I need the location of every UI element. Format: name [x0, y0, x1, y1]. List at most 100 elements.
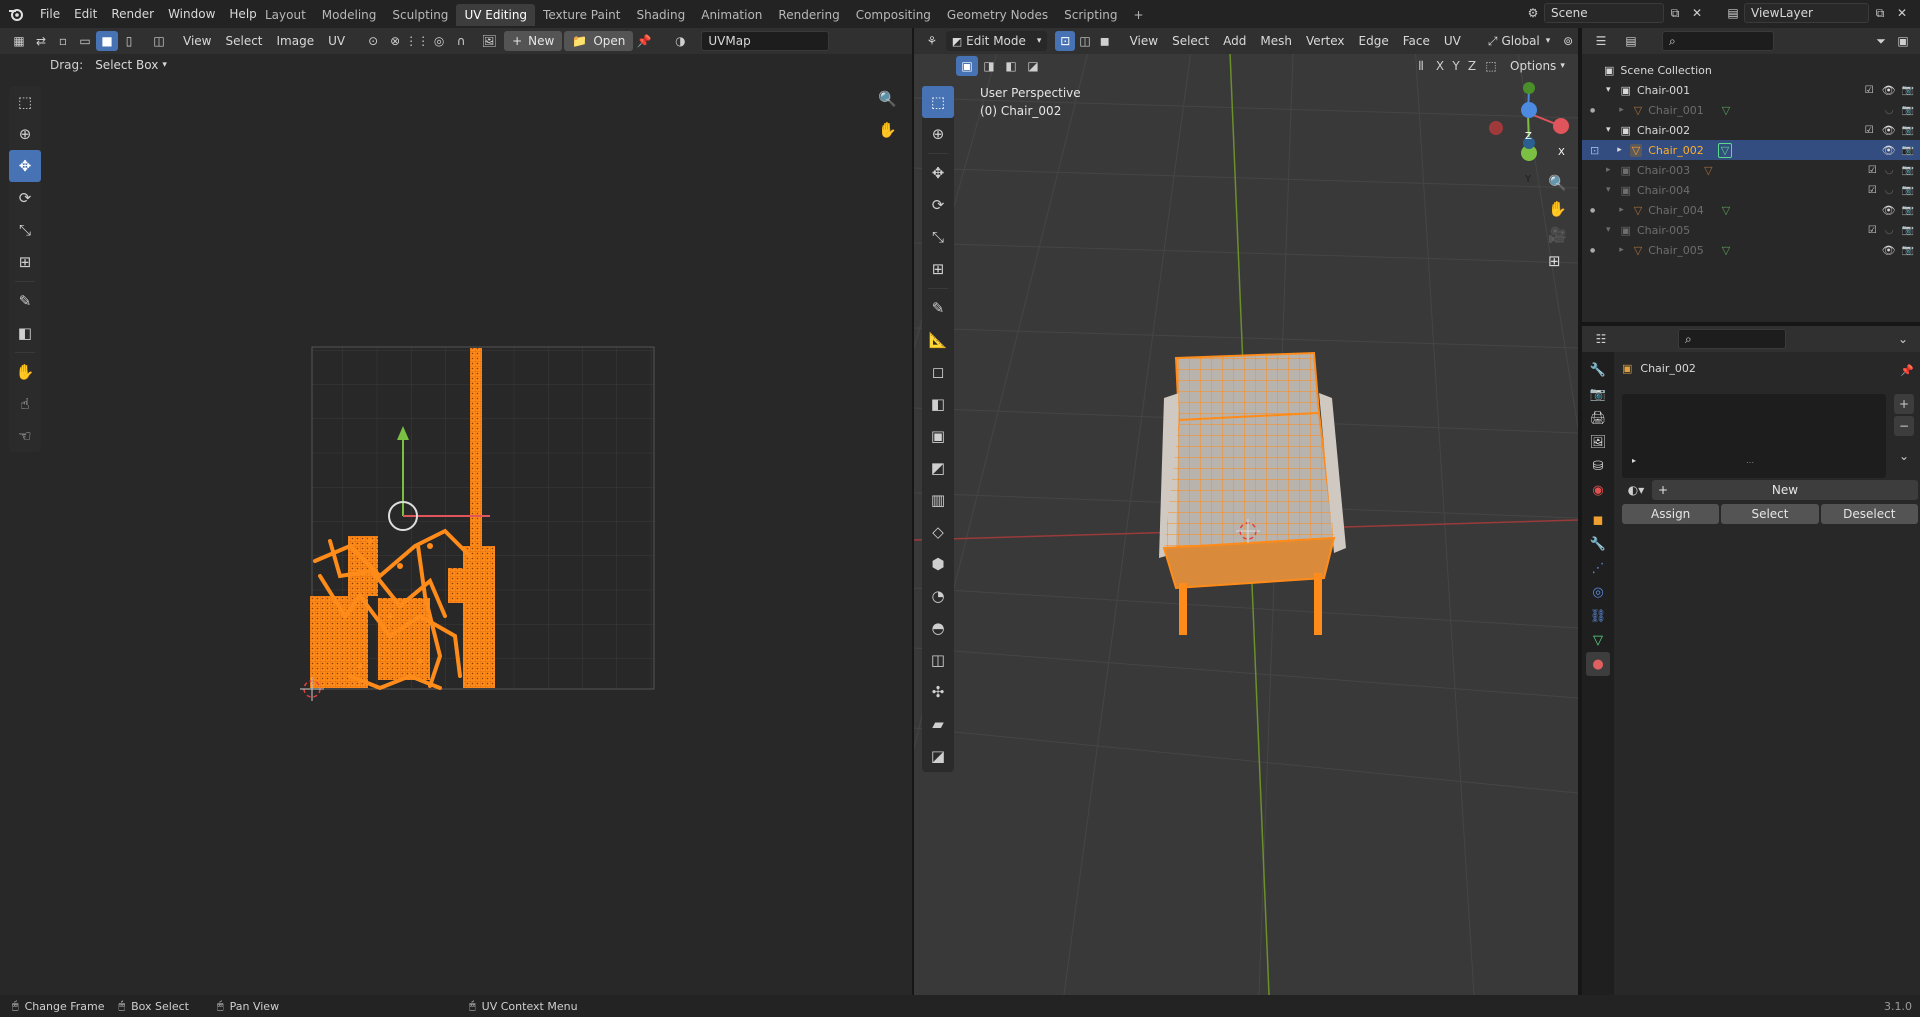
pan-icon[interactable]: ✋ — [1548, 200, 1567, 218]
copy-scene-icon[interactable]: ⧉ — [1664, 3, 1686, 23]
vertex-select-icon[interactable]: ⊡ — [1055, 31, 1076, 51]
select-invert-icon[interactable]: ◪ — [1022, 56, 1044, 76]
menu-vertex[interactable]: Vertex — [1299, 27, 1352, 55]
menu-face[interactable]: Face — [1396, 27, 1437, 55]
uv-vertex-select-icon[interactable]: ▫ — [52, 31, 74, 51]
view-layer-tab-icon[interactable]: 🖼 — [1586, 430, 1610, 454]
edge-slide-tool-icon[interactable]: ◫ — [922, 644, 954, 676]
new-collection-icon[interactable]: ▣ — [1892, 31, 1914, 51]
tab-animation[interactable]: Animation — [693, 4, 770, 26]
measure-tool-icon[interactable]: 📐 — [922, 324, 954, 356]
properties-editor-type-icon[interactable]: ☷ — [1590, 329, 1612, 349]
visibility-eye-icon[interactable]: 👁 — [1882, 84, 1896, 97]
filter-icon[interactable]: ⏷ — [1870, 31, 1892, 51]
expand-arrow-icon[interactable]: ▾ — [1606, 225, 1611, 235]
exclude-checkbox-icon[interactable]: ☑ — [1868, 225, 1877, 236]
select-subtract-icon[interactable]: ◧ — [1000, 56, 1022, 76]
tab-shading[interactable]: Shading — [628, 4, 693, 26]
overlays-icon[interactable]: ◑ — [669, 31, 691, 51]
visibility-eye-icon[interactable]: 👁 — [1882, 244, 1896, 257]
rip-region-tool-icon[interactable]: ◪ — [922, 740, 954, 772]
data-tab-icon[interactable]: ▽ — [1586, 628, 1610, 652]
expand-arrow-icon[interactable]: ▾ — [1606, 125, 1611, 135]
pivot-point-icon[interactable]: ⊚ — [1558, 31, 1578, 51]
tab-rendering[interactable]: Rendering — [770, 4, 847, 26]
blender-logo-icon[interactable] — [8, 6, 24, 22]
render-camera-icon[interactable]: 📷 — [1902, 225, 1914, 236]
assign-button[interactable]: Assign — [1622, 504, 1720, 524]
knife-tool-icon[interactable]: ◇ — [922, 516, 954, 548]
uv-menu-view[interactable]: View — [176, 27, 218, 55]
mirror-y-toggle[interactable]: Y — [1448, 56, 1464, 76]
tab-sculpting[interactable]: Sculpting — [384, 4, 456, 26]
navigation-gizmo[interactable] — [1489, 82, 1569, 161]
bevel-tool-icon[interactable]: ◩ — [922, 452, 954, 484]
expand-arrow-icon[interactable]: ▸ — [1606, 165, 1611, 175]
viewlayer-name-field[interactable]: ViewLayer — [1744, 3, 1869, 23]
exclude-checkbox-icon[interactable]: ☑ — [1868, 165, 1877, 176]
select-box-tool-icon[interactable]: ⬚ — [922, 86, 954, 118]
menu-select[interactable]: Select — [1165, 27, 1216, 55]
viewlayer-icon[interactable]: ▤ — [1722, 3, 1744, 23]
visibility-eye-icon[interactable]: 👁 — [1882, 144, 1896, 157]
scene-tab-icon[interactable]: ⛁ — [1586, 454, 1610, 478]
mirror-icon[interactable]: ⫴ — [1410, 56, 1432, 76]
mirror-x-toggle[interactable]: X — [1432, 56, 1448, 76]
inset-tool-icon[interactable]: ▣ — [922, 420, 954, 452]
transform-tool-icon[interactable]: ⊞ — [922, 253, 954, 285]
smooth-tool-icon[interactable]: ◓ — [922, 612, 954, 644]
editor-type-icon[interactable]: ▦ — [8, 31, 30, 51]
exclude-checkbox-icon[interactable]: ☑ — [1868, 185, 1877, 196]
spin-tool-icon[interactable]: ◔ — [922, 580, 954, 612]
snap-grid-icon[interactable]: ⋮⋮ — [405, 31, 429, 51]
material-browse-icon[interactable]: ◐▾ — [1622, 480, 1650, 500]
shear-tool-icon[interactable]: ▰ — [922, 708, 954, 740]
visibility-eye-icon[interactable]: 👁 — [1882, 124, 1896, 137]
loop-cut-tool-icon[interactable]: ▥ — [922, 484, 954, 516]
pivot-icon[interactable]: ⊙ — [362, 31, 384, 51]
copy-viewlayer-icon[interactable]: ⧉ — [1869, 3, 1891, 23]
particles-tab-icon[interactable]: ⋰ — [1586, 556, 1610, 580]
3d-viewport[interactable]: X Z Y ⚘ ◩ Edit Mode ▾ ⊡ ◫ ◼ View Select … — [914, 28, 1578, 995]
deselect-button[interactable]: Deselect — [1820, 504, 1918, 524]
tab-scripting[interactable]: Scripting — [1056, 4, 1125, 26]
editor-type-icon[interactable]: ⚘ — [922, 31, 942, 51]
move-tool-icon[interactable]: ✥ — [922, 157, 954, 189]
output-tab-icon[interactable]: 🖨 — [1586, 406, 1610, 430]
expand-arrow-icon[interactable]: ▸ — [1619, 205, 1624, 215]
expand-arrow-icon[interactable]: ▸ — [1619, 245, 1624, 255]
menu-render[interactable]: Render — [104, 0, 161, 28]
material-slot-list[interactable]: ▸ ⋯ — [1622, 394, 1886, 478]
expand-arrow-icon[interactable]: ▾ — [1606, 185, 1611, 195]
hidden-eye-icon[interactable]: ◡ — [1885, 105, 1894, 116]
uv-edge-select-icon[interactable]: ▭ — [74, 31, 96, 51]
properties-search-input[interactable]: ⌕ — [1678, 329, 1786, 349]
display-mode-icon[interactable]: ▤ — [1620, 31, 1642, 51]
pin-icon[interactable]: 📌 — [633, 31, 655, 51]
tab-compositing[interactable]: Compositing — [848, 4, 939, 26]
scene-icon[interactable]: ⚙ — [1522, 3, 1544, 23]
image-browse-icon[interactable]: 🖼 — [478, 31, 500, 51]
uv-menu-image[interactable]: Image — [270, 27, 322, 55]
select-button[interactable]: Select — [1721, 504, 1819, 524]
add-cube-tool-icon[interactable]: ◻ — [922, 356, 954, 388]
mode-dropdown[interactable]: ◩ Edit Mode ▾ — [945, 31, 1048, 51]
material-tab-icon[interactable]: ● — [1586, 652, 1610, 676]
sticky-select-icon[interactable]: ◫ — [148, 31, 170, 51]
scene-name-field[interactable]: Scene — [1544, 3, 1664, 23]
physics-tab-icon[interactable]: ◎ — [1586, 580, 1610, 604]
properties-editor[interactable]: ☷ ⌕ ⌄ 🔧 📷 🖨 🖼 ⛁ ◉ ◼ 🔧 ⋰ ◎ ⛓ ▽ ● ▣ Chair_… — [1582, 326, 1920, 995]
render-camera-icon[interactable]: 📷 — [1902, 185, 1914, 196]
falloff-icon[interactable]: ∩ — [450, 31, 472, 51]
proportional-edit-icon[interactable]: ◎ — [428, 31, 450, 51]
select-new-icon[interactable]: ▣ — [956, 56, 978, 76]
tab-layout[interactable]: Layout — [257, 4, 314, 26]
annotate-tool-icon[interactable]: ✎ — [922, 292, 954, 324]
menu-view[interactable]: View — [1123, 27, 1165, 55]
open-image-button[interactable]: 📁 Open — [564, 31, 634, 51]
zoom-icon[interactable]: 🔍 — [1548, 174, 1567, 192]
outliner-search-input[interactable]: ⌕ — [1662, 31, 1774, 51]
constraints-tab-icon[interactable]: ⛓ — [1586, 604, 1610, 628]
hidden-eye-icon[interactable]: ◡ — [1885, 225, 1894, 236]
outliner-row-chair-001[interactable]: ▾ ▣ Chair-001 ☑ 👁 📷 — [1582, 80, 1920, 100]
